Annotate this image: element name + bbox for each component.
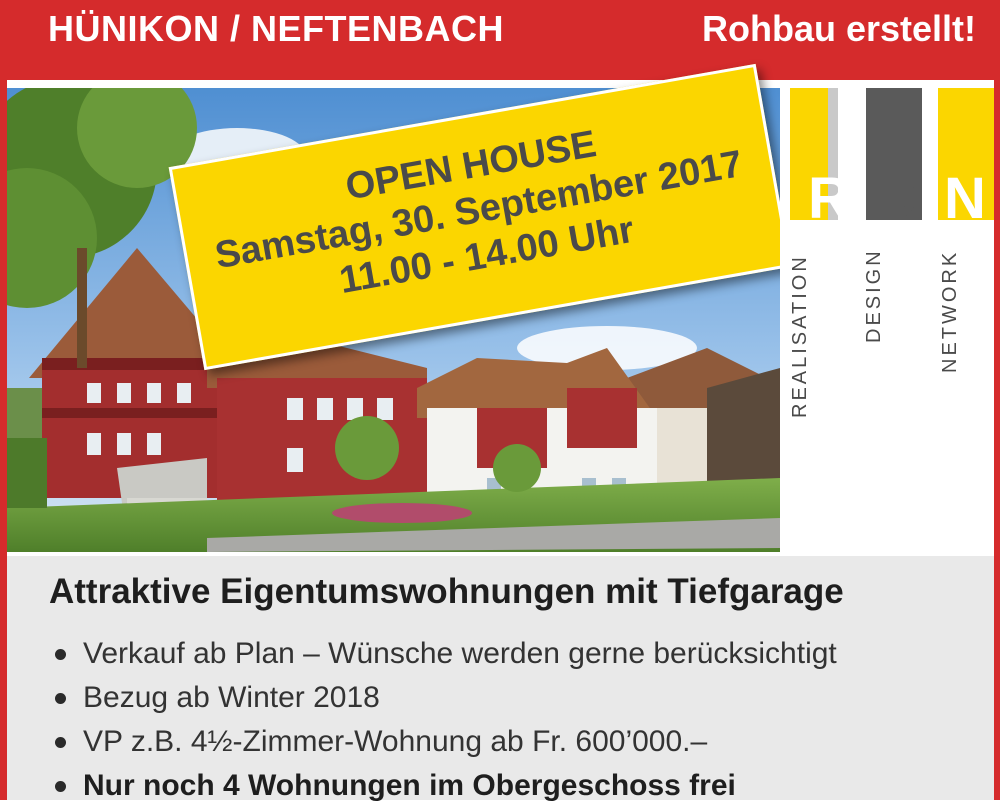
svg-text:REALISATION: REALISATION (789, 254, 811, 418)
bullet-icon (55, 649, 66, 660)
list-item-text: Nur noch 4 Wohnungen im Obergeschoss fre… (83, 769, 736, 802)
list-item-text: Bezug ab Winter 2018 (83, 681, 380, 714)
feature-list: Verkauf ab Plan – Wünsche werden gerne b… (49, 632, 837, 808)
status-headline: Rohbau erstellt! (701, 8, 976, 49)
list-item: VP z.B. 4½-Zimmer-Wohnung ab Fr. 600’000… (49, 720, 837, 764)
svg-text:DESIGN: DESIGN (863, 248, 885, 343)
left-border (0, 80, 7, 800)
bullet-icon (55, 693, 66, 704)
panel-title: Attraktive Eigentumswohnungen mit Tiefga… (49, 572, 844, 611)
bullet-icon (55, 781, 66, 792)
header-bar: HÜNIKON / NEFTENBACH Rohbau erstellt! (0, 0, 1000, 80)
info-panel: Attraktive Eigentumswohnungen mit Tiefga… (7, 556, 994, 802)
location-title: HÜNIKON / NEFTENBACH (48, 8, 504, 49)
right-border (994, 80, 1000, 800)
svg-text:D: D (876, 166, 918, 231)
rdn-logo: R D N REALISATION DESIGN NETWORK (780, 88, 994, 552)
svg-text:N: N (944, 166, 986, 231)
bullet-icon (55, 737, 66, 748)
list-item: Bezug ab Winter 2018 (49, 676, 837, 720)
list-item-text: VP z.B. 4½-Zimmer-Wohnung ab Fr. 600’000… (83, 725, 708, 758)
list-item: Verkauf ab Plan – Wünsche werden gerne b… (49, 632, 837, 676)
svg-text:NETWORK: NETWORK (939, 250, 961, 373)
list-item: Nur noch 4 Wohnungen im Obergeschoss fre… (49, 764, 837, 808)
svg-text:R: R (808, 166, 850, 231)
list-item-text: Verkauf ab Plan – Wünsche werden gerne b… (83, 637, 837, 670)
